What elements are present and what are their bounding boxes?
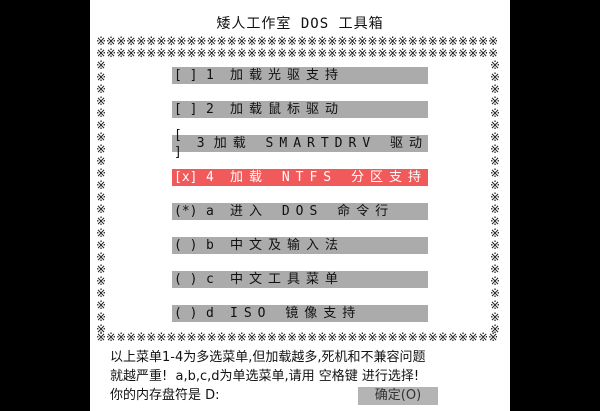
help-text-line1: 以上菜单1-4为多选菜单,但加载越多,死机和不兼容问题: [110, 350, 426, 365]
right-border: ※ ※ ※ ※ ※ ※ ※ ※ ※ ※ ※ ※ ※ ※ ※ ※ ※ ※ ※ ※ …: [490, 59, 501, 335]
menu-item-key: 3: [196, 136, 205, 151]
menu-item-c[interactable]: ( ) c 中文工具菜单: [172, 271, 428, 288]
menu-item-checkbox[interactable]: [ ]: [174, 67, 206, 84]
menu-item-label: 进入 DOS 命令行: [230, 204, 395, 219]
menu-item-label: 加载光驱支持: [230, 68, 345, 83]
help-text-line3: 你的内存盘符是 D:: [110, 388, 220, 403]
menu-item-4[interactable]: [x] 4 加载 NTFS 分区支持: [172, 169, 428, 186]
page-title: 矮人工作室 DOS 工具箱: [216, 16, 384, 32]
menu-item-key: 2: [206, 102, 214, 117]
menu-item-checkbox[interactable]: [x]: [174, 169, 206, 186]
top-border: ※※※※※※※※※※※※※※※※※※※※※※※※※※※※※※※※※※※※※※※※: [96, 35, 499, 47]
menu-item-key: d: [206, 306, 214, 321]
menu-item-d[interactable]: ( ) d ISO 镜像支持: [172, 305, 428, 322]
menu-item-3[interactable]: [ ] 3 加载 SMARTDRV 驱动: [172, 128, 428, 160]
ok-button[interactable]: 确定(O): [358, 387, 438, 405]
menu-item-key: a: [206, 204, 214, 219]
menu-item-key: b: [206, 238, 214, 253]
menu-item-label: ISO 镜像支持: [230, 306, 362, 321]
menu-item-checkbox[interactable]: [ ]: [174, 127, 197, 161]
menu-item-checkbox[interactable]: ( ): [174, 237, 206, 254]
menu-item-1[interactable]: [ ] 1 加载光驱支持: [172, 67, 428, 84]
help-text-line2: 就越严重! a,b,c,d为单选菜单,请用 空格键 进行选择!: [110, 369, 420, 384]
menu-item-key: 1: [206, 68, 214, 83]
top-border-2: ※※※※※※※※※※※※※※※※※※※※※※※※※※※※※※※※※※※※※※※※: [96, 47, 499, 59]
menu-item-key: c: [206, 272, 214, 287]
menu-item-checkbox[interactable]: ( ): [174, 305, 206, 322]
menu-item-label: 中文及输入法: [230, 238, 345, 253]
menu-item-b[interactable]: ( ) b 中文及输入法: [172, 237, 428, 254]
menu-item-2[interactable]: [ ] 2 加载鼠标驱动: [172, 101, 428, 118]
menu-item-key: 4: [206, 170, 214, 185]
left-border: ※ ※ ※ ※ ※ ※ ※ ※ ※ ※ ※ ※ ※ ※ ※ ※ ※ ※ ※ ※ …: [96, 59, 107, 335]
menu-item-label: 中文工具菜单: [230, 272, 345, 287]
bottom-border: ※※※※※※※※※※※※※※※※※※※※※※※※※※※※※※※※※※※※※※※※: [96, 331, 499, 343]
menu-item-checkbox[interactable]: [ ]: [174, 101, 206, 118]
menu-item-a[interactable]: (*) a 进入 DOS 命令行: [172, 203, 428, 220]
menu-item-label: 加载 NTFS 分区支持: [230, 170, 427, 185]
dos-toolbox-screen: 矮人工作室 DOS 工具箱 ※※※※※※※※※※※※※※※※※※※※※※※※※※…: [90, 0, 510, 411]
menu-item-checkbox[interactable]: (*): [174, 203, 206, 220]
menu-item-checkbox[interactable]: ( ): [174, 271, 206, 288]
menu-item-label: 加载鼠标驱动: [230, 102, 345, 117]
menu-item-label: 加载 SMARTDRV 驱动: [213, 136, 428, 151]
